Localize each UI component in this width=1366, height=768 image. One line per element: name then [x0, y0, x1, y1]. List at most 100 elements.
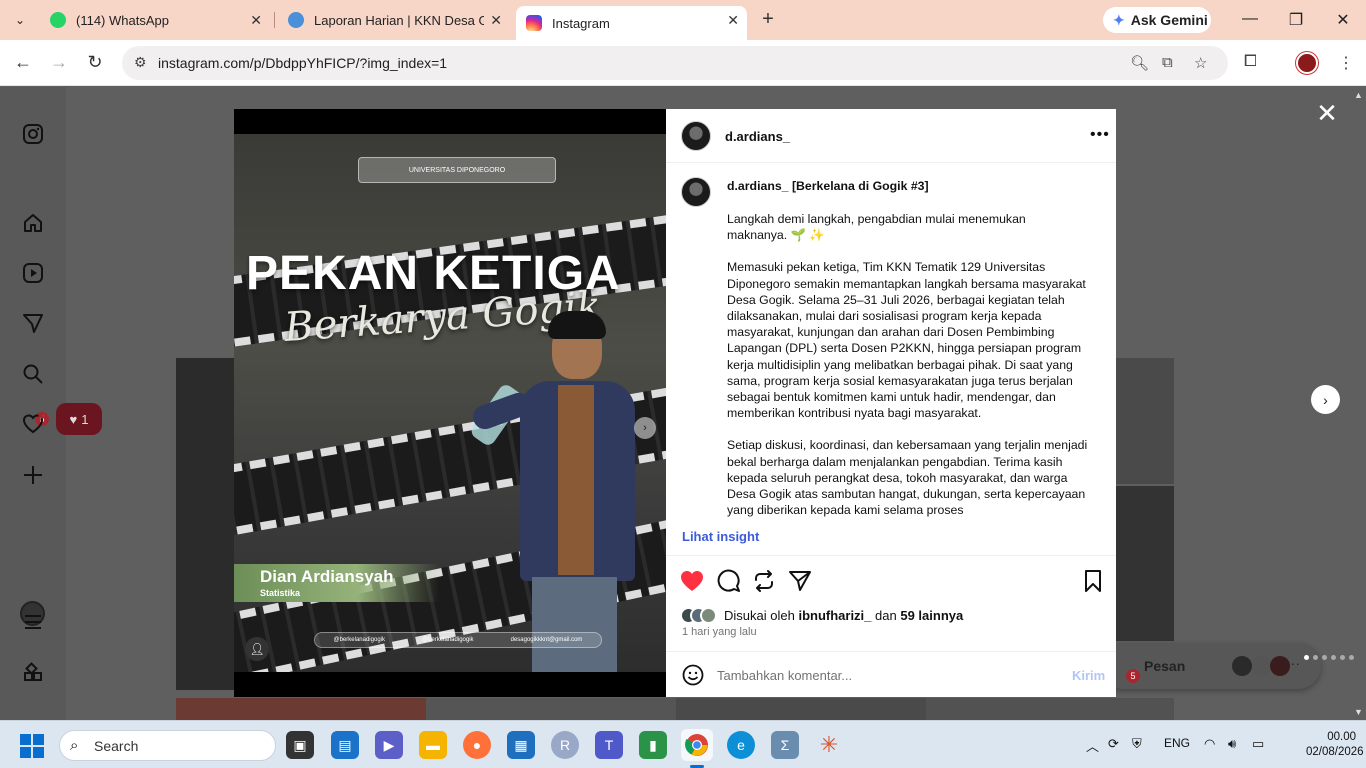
background-post-tile — [176, 698, 426, 720]
instagram-logo-icon[interactable] — [20, 121, 46, 147]
notification-heart-pill[interactable]: ♥ 1 — [56, 403, 102, 435]
comment-input[interactable]: Tambahkan komentar... — [717, 668, 852, 683]
restore-button[interactable]: ❐ — [1286, 10, 1306, 30]
site-info-icon[interactable]: ⚙ — [134, 54, 147, 71]
widgets-icon[interactable]: ▤ — [331, 731, 359, 759]
microsoft-store-icon[interactable]: ▦ — [507, 731, 535, 759]
tab-separator — [274, 12, 275, 28]
tab-label: Laporan Harian | KKN Desa Gog — [314, 12, 484, 28]
messages-floating-button[interactable]: 5 Pesan ··· — [1100, 643, 1354, 689]
create-plus-icon[interactable] — [20, 462, 46, 488]
post-details-panel: d.ardians_ ••• d.ardians_ [Berkelana di … — [666, 109, 1116, 697]
like-heart-icon[interactable] — [679, 568, 705, 594]
clock[interactable]: 00.00 02/08/2026 — [1306, 730, 1364, 760]
more-icon: ··· — [1286, 655, 1354, 671]
author-avatar[interactable] — [681, 177, 711, 207]
divider — [666, 555, 1116, 556]
tab-whatsapp[interactable]: (114) WhatsApp ✕ — [40, 6, 270, 34]
windows-start-icon[interactable] — [20, 734, 44, 758]
meet-icon[interactable]: ▶ — [375, 731, 403, 759]
chart-app-icon[interactable]: ▮ — [639, 731, 667, 759]
share-icon[interactable] — [787, 568, 813, 594]
carousel-dot — [1322, 655, 1327, 660]
scrollbar-down-arrow[interactable]: ▼ — [1354, 707, 1363, 717]
tab-search-menu-button[interactable]: ⌄ — [8, 8, 32, 32]
view-insights-link[interactable]: Lihat insight — [682, 529, 759, 544]
battery-icon[interactable]: ▭ — [1252, 736, 1264, 752]
author-avatar[interactable] — [681, 121, 711, 151]
wifi-icon[interactable]: ◠ — [1204, 736, 1215, 752]
more-menu-icon[interactable] — [20, 609, 46, 635]
teams-icon[interactable]: T — [595, 731, 623, 759]
author-username[interactable]: d.ardians_ — [725, 129, 790, 144]
file-explorer-icon[interactable]: ▬ — [419, 731, 447, 759]
close-modal-button[interactable]: ✕ — [1314, 98, 1340, 129]
zoom-icon[interactable]: 🔍︎ — [1130, 54, 1149, 72]
whatsapp-icon — [50, 12, 66, 28]
background-post-tile — [676, 698, 926, 720]
url-text[interactable]: instagram.com/p/DbdppYhFICP/?img_index=1 — [158, 55, 447, 71]
chevron-up-icon[interactable]: ︿ — [1086, 736, 1099, 755]
profile-avatar[interactable] — [1296, 52, 1318, 74]
firefox-icon[interactable]: ● — [463, 731, 491, 759]
next-post-button[interactable]: › — [1311, 385, 1340, 414]
background-post-tile — [1116, 358, 1174, 484]
messages-icon[interactable] — [20, 310, 46, 336]
save-bookmark-icon[interactable] — [1080, 568, 1106, 594]
omnibox[interactable]: ⚙ instagram.com/p/DbdppYhFICP/?img_index… — [122, 46, 1228, 80]
likes-summary[interactable]: Disukai oleh ibnufharizi_ dan 59 lainnya — [680, 605, 963, 625]
tray-security-icon[interactable]: ⛨ — [1132, 736, 1142, 752]
also-from-meta-icon[interactable] — [20, 660, 46, 686]
emoji-icon[interactable] — [682, 664, 704, 686]
tagged-user-icon[interactable]: 👤︎ — [245, 637, 269, 661]
reels-icon[interactable] — [20, 260, 46, 286]
gemini-label: Ask Gemini — [1130, 12, 1208, 28]
close-icon[interactable]: ✕ — [490, 12, 502, 29]
calculator-icon[interactable]: Σ — [771, 731, 799, 759]
repost-icon[interactable] — [751, 568, 777, 594]
send-comment-button[interactable]: Kirim — [1072, 668, 1105, 683]
notifications-heart-icon[interactable] — [20, 411, 46, 437]
window-close-button[interactable]: ✕ — [1333, 10, 1353, 30]
likes-others[interactable]: 59 lainnya — [900, 608, 963, 623]
extensions-icon[interactable]: ⧠ — [1244, 53, 1257, 71]
post-timestamp[interactable]: 1 hari yang lalu — [682, 626, 757, 638]
home-icon[interactable] — [20, 210, 46, 236]
carousel-next-button[interactable]: › — [634, 417, 656, 439]
minimize-button[interactable]: — — [1240, 10, 1260, 28]
install-app-icon[interactable]: ⧉ — [1162, 54, 1173, 71]
ask-gemini-button[interactable]: ✦ Ask Gemini — [1103, 7, 1211, 33]
claude-icon[interactable]: ✳ — [815, 731, 843, 759]
volume-icon[interactable]: 🔊︎ — [1228, 736, 1236, 752]
edge-icon[interactable]: e — [727, 731, 755, 759]
new-tab-button[interactable]: + — [758, 8, 778, 31]
language-indicator[interactable]: ENG — [1164, 736, 1190, 750]
reload-button[interactable]: ↻ — [84, 52, 106, 73]
forward-button[interactable]: → — [48, 52, 70, 73]
heart-icon: ♥ — [69, 411, 78, 427]
close-icon[interactable]: ✕ — [727, 12, 739, 29]
tab-laporan-harian[interactable]: Laporan Harian | KKN Desa Gog ✕ — [278, 6, 510, 34]
background-post-tile — [926, 698, 1174, 720]
post-image-panel[interactable]: UNIVERSITAS DIPONEGORO PEKAN KETIGA Berk… — [234, 109, 666, 697]
search-icon[interactable] — [20, 361, 46, 387]
chrome-icon[interactable] — [681, 729, 713, 761]
browser-menu-icon[interactable]: ⋮ — [1338, 53, 1354, 73]
tab-label: (114) WhatsApp — [76, 12, 169, 28]
taskbar-search[interactable]: ⌕ Search — [59, 730, 276, 761]
r-app-icon[interactable]: R — [551, 731, 579, 759]
tab-instagram[interactable]: Instagram ✕ — [516, 6, 747, 40]
instagram-sidebar: 5 — [0, 87, 66, 720]
caption-area[interactable]: d.ardians_ [Berkelana di Gogik #3] Langk… — [666, 163, 1116, 517]
bookmark-star-icon[interactable]: ☆ — [1194, 54, 1207, 72]
close-icon[interactable]: ✕ — [250, 12, 262, 29]
more-options-icon[interactable]: ••• — [1090, 126, 1110, 144]
scrollbar-up-arrow[interactable]: ▲ — [1354, 90, 1363, 100]
carousel-dot — [1304, 655, 1309, 660]
task-view-icon[interactable]: ▣ — [286, 731, 314, 759]
liker-username[interactable]: ibnufharizi_ — [798, 608, 871, 623]
comment-icon[interactable] — [716, 568, 742, 594]
back-button[interactable]: ← — [12, 52, 34, 73]
caption-username[interactable]: d.ardians_ — [727, 179, 789, 193]
tray-sync-icon[interactable]: ⟳ — [1108, 736, 1119, 752]
